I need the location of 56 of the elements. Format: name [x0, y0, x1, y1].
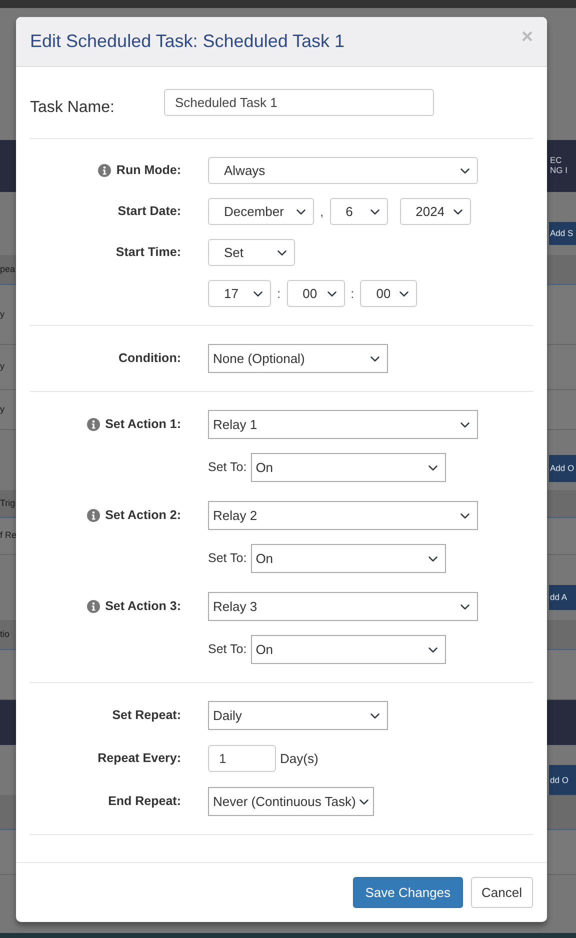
field-label: Set To: [208, 641, 247, 658]
field-label: Repeat Every: [98, 750, 181, 768]
add-button[interactable]: dd O [549, 765, 576, 795]
dropdown[interactable]: On [250, 544, 446, 573]
field-label: Set To: [208, 459, 247, 476]
dropdown[interactable]: Relay 3 [208, 592, 478, 621]
dropdown[interactable]: Always [208, 157, 478, 184]
dropdown[interactable]: 00 [360, 280, 418, 307]
field-label: Set Action 2: [105, 507, 181, 524]
column-header: tio [0, 628, 10, 639]
task-name-field[interactable]: Scheduled Task 1 [164, 89, 434, 116]
banner-text: NG I [550, 166, 568, 176]
field-label: Start Date: [118, 203, 181, 220]
field-label: Set To: [208, 550, 247, 568]
dropdown[interactable]: 17 [208, 280, 271, 307]
field-label: Task Name: [30, 98, 116, 118]
unit-label: Day(s) [280, 750, 318, 768]
add-button[interactable]: Add S [549, 222, 576, 245]
dropdown[interactable]: 00 [286, 280, 345, 307]
info-icon[interactable] [98, 164, 112, 177]
separator-text: : [277, 284, 281, 303]
field-label: Start Time: [116, 244, 181, 262]
table-cell: y [0, 361, 4, 372]
banner-text: EC [550, 156, 563, 166]
dropdown[interactable]: On [250, 635, 446, 664]
dropdown[interactable]: Never (Continuous Task) [208, 787, 374, 816]
cancel-button[interactable]: Cancel [470, 877, 533, 908]
dialog-title: Edit Scheduled Task: Scheduled Task 1 [30, 30, 345, 52]
separator-text: : [350, 284, 354, 303]
column-header: pea [0, 264, 16, 274]
info-icon[interactable] [87, 600, 100, 613]
dropdown[interactable]: Relay 1 [208, 410, 478, 439]
dropdown[interactable]: Set [208, 239, 295, 266]
dropdown[interactable]: Daily [208, 701, 388, 730]
info-icon[interactable] [87, 418, 100, 431]
number-field[interactable]: 1 [208, 745, 276, 772]
field-label: Condition: [118, 350, 181, 368]
field-label: Set Action 3: [105, 598, 181, 616]
dropdown[interactable]: None (Optional) [208, 344, 388, 373]
field-label: Set Repeat: [112, 707, 181, 724]
add-button[interactable]: dd A [549, 585, 576, 610]
dropdown[interactable]: 6 [330, 198, 388, 225]
save-button[interactable]: Save Changes [353, 877, 463, 908]
table-cell: y [0, 308, 4, 319]
table-cell: f Re [0, 530, 17, 540]
separator-text: , [320, 202, 324, 221]
add-button[interactable]: Add O [549, 455, 576, 482]
info-icon[interactable] [87, 509, 100, 522]
dropdown[interactable]: Relay 2 [208, 501, 478, 530]
field-label: End Repeat: [108, 793, 181, 810]
column-header: Trig [0, 498, 16, 508]
dropdown[interactable]: December [208, 198, 314, 225]
table-cell: y [0, 404, 4, 414]
field-label: Set Action 1: [105, 416, 181, 434]
field-label: Run Mode: [116, 162, 181, 180]
dropdown[interactable]: On [250, 453, 446, 482]
